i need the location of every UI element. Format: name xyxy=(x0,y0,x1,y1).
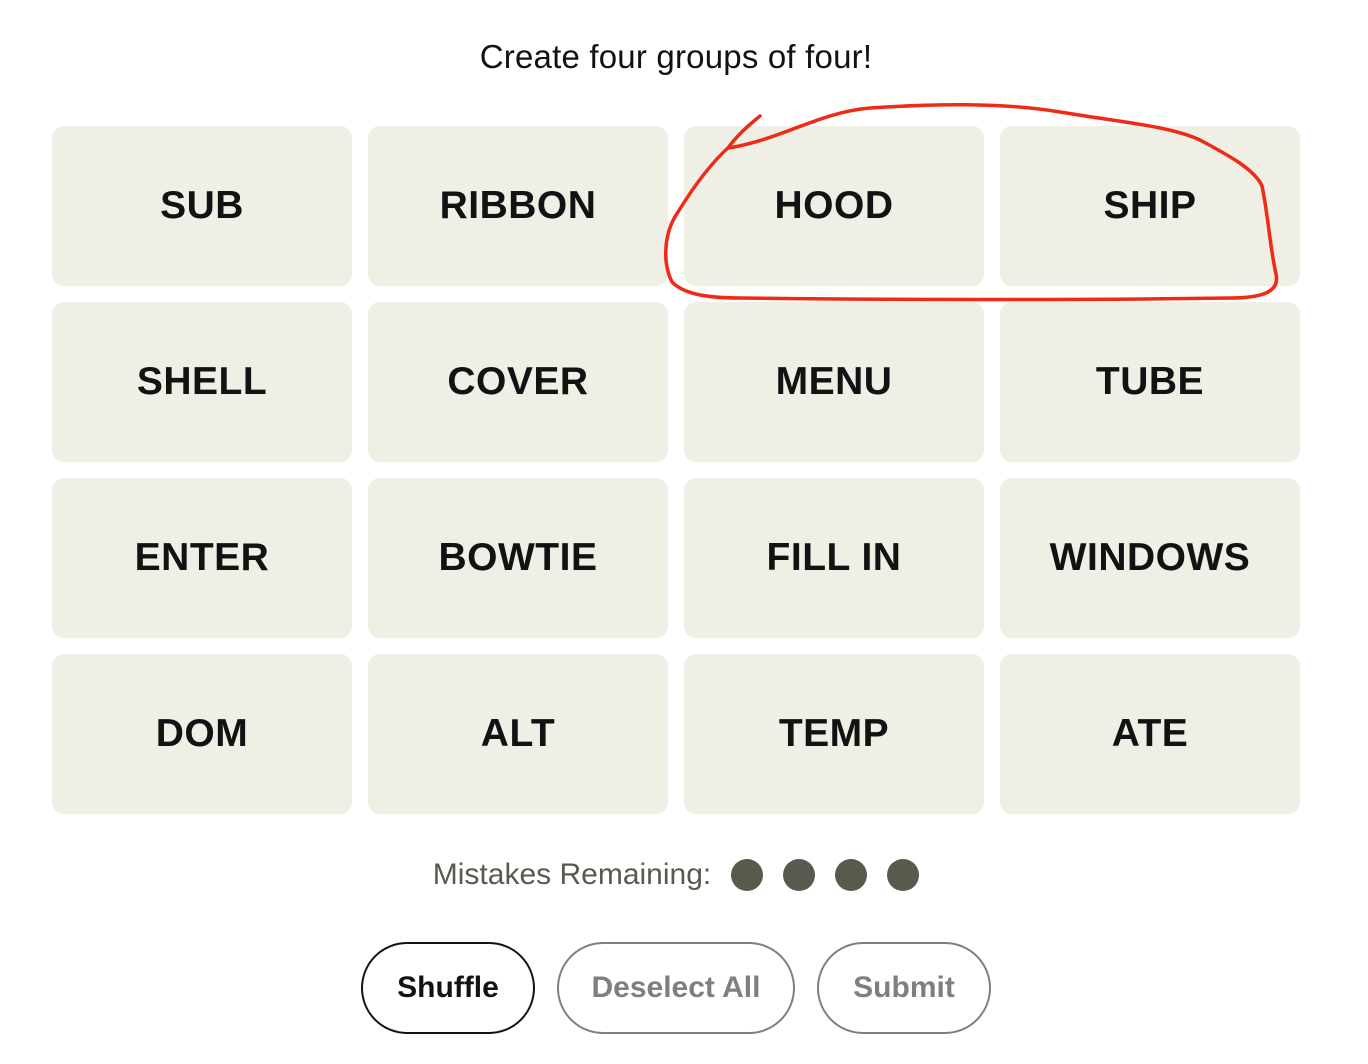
word-tile[interactable]: SHELL xyxy=(52,302,352,462)
word-tile[interactable]: ALT xyxy=(368,654,668,814)
word-tile-label: SUB xyxy=(160,184,244,227)
word-tile-label: SHIP xyxy=(1103,184,1197,227)
word-tile[interactable]: RIBBON xyxy=(368,126,668,286)
word-tile[interactable]: COVER xyxy=(368,302,668,462)
submit-button[interactable]: Submit xyxy=(817,942,991,1034)
mistake-dot xyxy=(731,859,764,891)
word-tile-label: BOWTIE xyxy=(438,536,598,579)
word-tile[interactable]: MENU xyxy=(684,302,984,462)
word-tile-label: DOM xyxy=(155,712,249,755)
mistake-dot xyxy=(835,859,868,891)
word-tile-label: TUBE xyxy=(1095,360,1205,403)
word-tile[interactable]: HOOD xyxy=(684,126,984,286)
word-tile[interactable]: TUBE xyxy=(1000,302,1300,462)
word-tile-label: TEMP xyxy=(778,712,890,755)
word-tile[interactable]: DOM xyxy=(52,654,352,814)
word-tile-label: ENTER xyxy=(134,536,270,579)
word-tile[interactable]: ATE xyxy=(1000,654,1300,814)
word-tile-label: RIBBON xyxy=(439,184,597,227)
mistakes-remaining: Mistakes Remaining: xyxy=(0,858,1352,892)
game-controls: Shuffle Deselect All Submit xyxy=(0,942,1352,1034)
word-tile[interactable]: SHIP xyxy=(1000,126,1300,286)
word-grid: SUB RIBBON HOOD SHIP SHELL COVER MENU TU… xyxy=(52,126,1300,814)
word-tile[interactable]: BOWTIE xyxy=(368,478,668,638)
word-tile-label: MENU xyxy=(775,360,893,403)
word-tile-label: SHELL xyxy=(136,360,268,403)
word-tile-label: WINDOWS xyxy=(1049,536,1251,579)
mistake-dot xyxy=(887,859,920,891)
word-tile[interactable]: WINDOWS xyxy=(1000,478,1300,638)
deselect-all-button[interactable]: Deselect All xyxy=(557,942,795,1034)
shuffle-button[interactable]: Shuffle xyxy=(361,942,535,1034)
mistakes-label: Mistakes Remaining: xyxy=(432,858,712,891)
mistake-dots xyxy=(731,859,920,891)
word-tile[interactable]: TEMP xyxy=(684,654,984,814)
word-tile[interactable]: FILL IN xyxy=(684,478,984,638)
word-tile-label: COVER xyxy=(447,360,589,403)
word-tile[interactable]: ENTER xyxy=(52,478,352,638)
word-tile-label: FILL IN xyxy=(766,536,902,579)
word-tile-label: ALT xyxy=(480,712,556,755)
word-tile-label: ATE xyxy=(1111,712,1189,755)
game-prompt: Create four groups of four! xyxy=(479,38,873,75)
word-tile-label: HOOD xyxy=(774,184,894,227)
mistake-dot xyxy=(783,859,816,891)
word-tile[interactable]: SUB xyxy=(52,126,352,286)
